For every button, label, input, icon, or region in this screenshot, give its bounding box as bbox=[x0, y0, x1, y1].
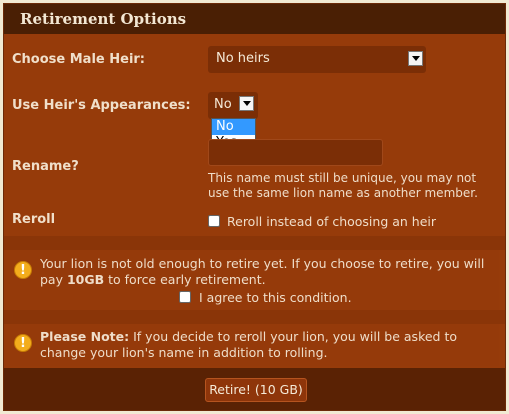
note-box: ! Please Note: If you decide to reroll y… bbox=[10, 324, 499, 366]
appearance-select-value: No bbox=[214, 97, 232, 112]
retirement-options-panel: Retirement Options Choose Male Heir: No … bbox=[3, 3, 506, 411]
chevron-down-icon[interactable] bbox=[408, 51, 423, 66]
section-divider bbox=[4, 236, 505, 250]
panel-footer: Retire! (10 GB) bbox=[4, 368, 505, 410]
rename-hint: This name must still be unique, you may … bbox=[208, 171, 478, 200]
section-divider bbox=[4, 310, 505, 324]
age-warning-box: ! Your lion is not old enough to retire … bbox=[10, 250, 499, 310]
cost-value: 10GB bbox=[66, 272, 105, 287]
chevron-down-icon[interactable] bbox=[239, 96, 254, 111]
note-text: Please Note: If you decide to reroll you… bbox=[40, 329, 458, 360]
rename-label: Rename? bbox=[12, 159, 79, 174]
warning-icon: ! bbox=[14, 334, 32, 352]
agree-checkbox[interactable] bbox=[179, 291, 191, 303]
note-title: Please Note: bbox=[40, 329, 130, 344]
reroll-checkbox[interactable] bbox=[208, 215, 220, 227]
heir-select[interactable]: No heirs bbox=[208, 46, 426, 73]
appearance-select[interactable]: No bbox=[208, 92, 258, 119]
agree-checkbox-label: I agree to this condition. bbox=[199, 290, 352, 305]
warning-icon: ! bbox=[14, 261, 32, 279]
reroll-label: Reroll bbox=[12, 212, 56, 227]
appearance-label: Use Heir's Appearances: bbox=[12, 98, 191, 113]
retire-button[interactable]: Retire! (10 GB) bbox=[205, 378, 307, 402]
rename-input[interactable] bbox=[208, 139, 383, 166]
panel-title: Retirement Options bbox=[4, 4, 505, 34]
heir-select-value: No heirs bbox=[216, 51, 270, 66]
reroll-checkbox-label: Reroll instead of choosing an heir bbox=[227, 214, 437, 229]
appearance-option-no[interactable]: No bbox=[212, 119, 255, 135]
age-warning-text: Your lion is not old enough to retire ye… bbox=[40, 256, 485, 287]
heir-label: Choose Male Heir: bbox=[12, 52, 146, 67]
